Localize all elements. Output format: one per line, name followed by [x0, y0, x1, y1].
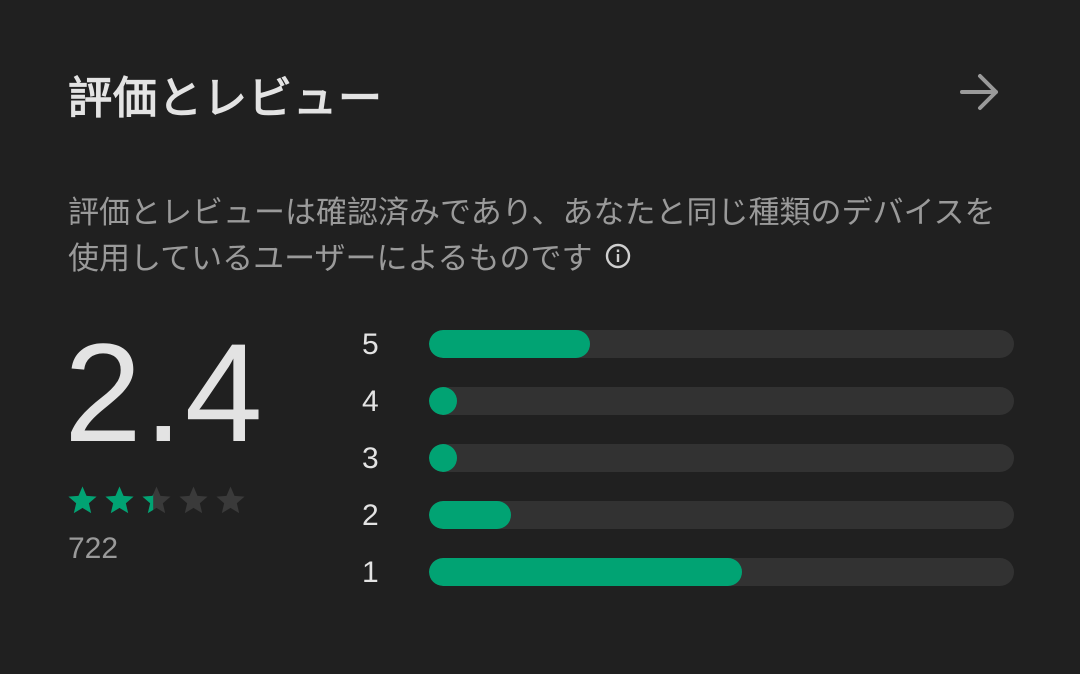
star-rating — [66, 484, 247, 517]
ratings-description: 評価とレビューは確認済みであり、あなたと同じ種類のデバイスを使用しているユーザー… — [68, 190, 1018, 282]
description-text: 評価とレビューは確認済みであり、あなたと同じ種類のデバイスを使用しているユーザー… — [68, 195, 996, 277]
see-all-button[interactable] — [952, 64, 1008, 120]
rating-bar-track — [429, 387, 1014, 415]
rating-distribution: 5 4 3 2 1 — [362, 326, 1014, 611]
star-icon — [179, 486, 208, 514]
rating-bar-track — [429, 558, 1014, 586]
rating-bar-3: 3 — [362, 440, 1014, 497]
star-icon — [68, 486, 97, 514]
info-icon[interactable] — [605, 236, 631, 282]
rating-bar-track — [429, 330, 1014, 358]
review-count: 722 — [68, 532, 119, 565]
rating-bar-fill — [429, 444, 457, 472]
star-icon — [216, 486, 245, 514]
rating-bar-label: 3 — [362, 442, 379, 475]
ratings-header: 評価とレビュー — [68, 58, 1014, 128]
rating-bar-fill — [429, 387, 457, 415]
rating-bar-label: 5 — [362, 328, 379, 361]
rating-bar-track — [429, 501, 1014, 529]
rating-bar-label: 1 — [362, 556, 379, 589]
section-title: 評価とレビュー — [68, 73, 383, 124]
rating-bar-label: 2 — [362, 499, 379, 532]
rating-bar-track — [429, 444, 1014, 472]
rating-bar-5: 5 — [362, 326, 1014, 383]
rating-bar-4: 4 — [362, 383, 1014, 440]
star-icon — [105, 486, 134, 514]
rating-bar-fill — [429, 558, 742, 586]
rating-bar-label: 4 — [362, 385, 379, 418]
rating-bar-2: 2 — [362, 497, 1014, 554]
rating-bar-fill — [429, 501, 511, 529]
star-icon — [142, 486, 171, 514]
arrow-right-icon — [960, 74, 998, 110]
rating-bar-1: 1 — [362, 554, 1014, 611]
rating-bar-fill — [429, 330, 590, 358]
average-rating: 2.4 — [64, 314, 265, 471]
